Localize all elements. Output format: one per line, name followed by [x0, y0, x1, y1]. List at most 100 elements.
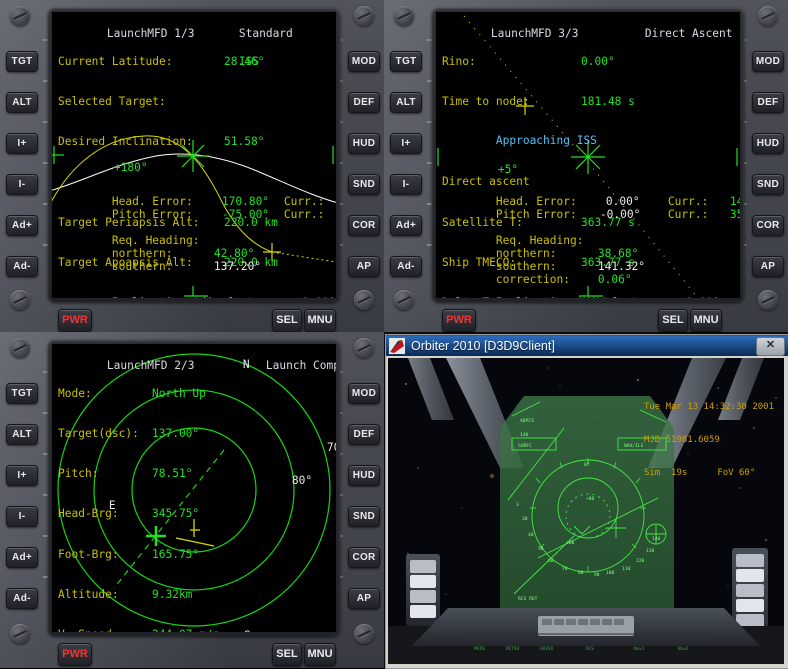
mfd1-button-cor[interactable]: COR — [348, 215, 380, 236]
mfd1-button-hud[interactable]: HUD — [348, 133, 380, 154]
mfd1-menu-button[interactable]: MNU — [304, 309, 336, 332]
svg-text:07: 07 — [584, 462, 590, 468]
mfd1-button-def[interactable]: DEF — [348, 92, 380, 113]
mfd2-button-ad-plus[interactable]: Ad+ — [6, 547, 38, 568]
mfd3-screen[interactable]: LaunchMFD 3/3 Direct Ascent Rino: Time t… — [436, 12, 740, 298]
mfd3-power-button[interactable]: PWR — [442, 309, 476, 332]
mfd1-target-value: ISS — [239, 55, 259, 68]
svg-text:RCS ROT: RCS ROT — [518, 596, 538, 602]
screw-icon — [354, 338, 374, 358]
mfd3-menu-button[interactable]: MNU — [690, 309, 722, 332]
svg-text:+80: +80 — [586, 496, 595, 502]
hud-mjd: MJD 51981.6059 — [644, 435, 774, 446]
mfd2-mode-title: Launch Compass — [266, 359, 336, 372]
mfd3-select-button[interactable]: SEL — [658, 309, 688, 332]
svg-text:80: 80 — [578, 570, 584, 576]
orbiter-window[interactable]: Orbiter 2010 [D3D9Client] ✕ — [385, 334, 788, 669]
mfd1-button-ap[interactable]: AP — [348, 256, 380, 277]
svg-text:110: 110 — [622, 566, 631, 572]
mfd3-mode: Direct Ascent — [645, 27, 733, 40]
mfd3-button-inc-plus[interactable]: I+ — [390, 133, 422, 154]
svg-text:60: 60 — [548, 558, 554, 564]
mfd1-power-button[interactable]: PWR — [58, 309, 92, 332]
mfd-panel-3: TGT ALT I+ I- Ad+ Ad- MOD DEF HUD SND CO… — [384, 0, 788, 332]
svg-text:90: 90 — [594, 572, 600, 578]
svg-text:SURFC: SURFC — [518, 443, 532, 449]
mfd3-button-inc-minus[interactable]: I- — [390, 174, 422, 195]
mfd1-button-alt[interactable]: ALT — [6, 92, 38, 113]
mfd3-button-cor[interactable]: COR — [752, 215, 784, 236]
mfd1-button-inc-plus[interactable]: I+ — [6, 133, 38, 154]
mfd2-compass-south: S — [244, 629, 251, 632]
mfd2-button-alt[interactable]: ALT — [6, 424, 38, 445]
mfd1-button-mod[interactable]: MOD — [348, 51, 380, 72]
mfd-panel-2: TGT ALT I+ I- Ad+ Ad- MOD DEF HUD SND CO… — [0, 332, 384, 668]
mfd1-button-snd[interactable]: SND — [348, 174, 380, 195]
screw-icon — [394, 290, 414, 310]
svg-text:140: 140 — [652, 536, 661, 542]
mfd3-scale-left: +5° — [498, 163, 518, 176]
screw-icon — [10, 290, 30, 310]
svg-text:120: 120 — [636, 558, 645, 564]
mfd3-button-tgt[interactable]: TGT — [390, 51, 422, 72]
mfd3-button-snd[interactable]: SND — [752, 174, 784, 195]
mfd2-power-button[interactable]: PWR — [58, 643, 92, 666]
mfd1-screen[interactable]: LaunchMFD 1/3 Standard Current Latitude:… — [52, 12, 336, 298]
hud-sim: Sim 19s — [644, 468, 687, 478]
close-icon[interactable]: ✕ — [756, 337, 785, 356]
mfd-panel-1: TGT ALT I+ I- Ad+ Ad- MOD DEF HUD SND CO… — [0, 0, 384, 332]
mfd2-button-tgt[interactable]: TGT — [6, 383, 38, 404]
svg-text:3: 3 — [516, 502, 519, 508]
mfd3-button-alt[interactable]: ALT — [390, 92, 422, 113]
mfd2-button-inc-minus[interactable]: I- — [6, 506, 38, 527]
mfd2-ring-label-70: 70° — [327, 441, 336, 454]
mfd1-button-inc-minus[interactable]: I- — [6, 174, 38, 195]
mfd3-inclination-value: 1.00° — [686, 296, 720, 298]
mfd1-select-button[interactable]: SEL — [272, 309, 302, 332]
hud-fov: FoV 60° — [717, 468, 755, 478]
mfd1-button-ad-plus[interactable]: Ad+ — [6, 215, 38, 236]
svg-text:RCS: RCS — [586, 646, 594, 652]
mfd2-button-hud[interactable]: HUD — [348, 465, 380, 486]
mfd2-button-def[interactable]: DEF — [348, 424, 380, 445]
app-root: TGT ALT I+ I- Ad+ Ad- MOD DEF HUD SND CO… — [0, 0, 788, 668]
mfd3-button-ap[interactable]: AP — [752, 256, 784, 277]
mfd2-button-snd[interactable]: SND — [348, 506, 380, 527]
mfd2-button-ad-minus[interactable]: Ad- — [6, 588, 38, 609]
hud-date: Tue Mar 13 14:32:30 2001 — [644, 402, 774, 413]
mfd2-select-button[interactable]: SEL — [272, 643, 302, 666]
mfd2-button-ap[interactable]: AP — [348, 588, 380, 609]
svg-text:ADPCS: ADPCS — [520, 418, 534, 424]
hud-status-block: Tue Mar 13 14:32:30 2001 MJD 51981.6059 … — [644, 380, 774, 501]
svg-text:130: 130 — [646, 548, 655, 554]
svg-text:MAIN: MAIN — [474, 646, 485, 652]
screw-icon — [758, 290, 778, 310]
mfd2-menu-button[interactable]: MNU — [304, 643, 336, 666]
svg-text:+60: +60 — [566, 540, 575, 546]
svg-text:RETRO: RETRO — [506, 646, 520, 652]
svg-text:40: 40 — [528, 532, 534, 538]
mfd2-button-inc-plus[interactable]: I+ — [6, 465, 38, 486]
mfd2-value-column: North Up 137.00° 78.51° 345.75° 165.75° … — [152, 360, 219, 632]
mfd1-button-tgt[interactable]: TGT — [6, 51, 38, 72]
mfd1-button-ad-minus[interactable]: Ad- — [6, 256, 38, 277]
mfd2-button-mod[interactable]: MOD — [348, 383, 380, 404]
orbiter-3d-view[interactable]: 140 3 30 40 50 60 70 80 90 100 110 120 1… — [388, 358, 784, 664]
mfd3-button-ad-minus[interactable]: Ad- — [390, 256, 422, 277]
mfd3-button-hud[interactable]: HUD — [752, 133, 784, 154]
mfd2-compass-east: E — [109, 499, 116, 512]
mfd2-button-cor[interactable]: COR — [348, 547, 380, 568]
mfd3-button-ad-plus[interactable]: Ad+ — [390, 215, 422, 236]
screw-icon — [10, 338, 30, 358]
orbiter-title-text: Orbiter 2010 [D3D9Client] — [411, 339, 555, 353]
mfd2-screen[interactable]: LaunchMFD 2/3 Launch Compass Mode: Targe… — [52, 344, 336, 632]
orbiter-titlebar[interactable]: Orbiter 2010 [D3D9Client] ✕ — [386, 335, 788, 356]
mfd1-inclination-value: 1.00° — [302, 296, 336, 298]
svg-text:NAV/ILS: NAV/ILS — [624, 443, 644, 449]
mfd3-button-def[interactable]: DEF — [752, 92, 784, 113]
mfd3-button-mod[interactable]: MOD — [752, 51, 784, 72]
svg-text:70: 70 — [562, 566, 568, 572]
screw-icon — [10, 6, 30, 26]
svg-text:30: 30 — [522, 516, 528, 522]
screw-icon — [354, 290, 374, 310]
